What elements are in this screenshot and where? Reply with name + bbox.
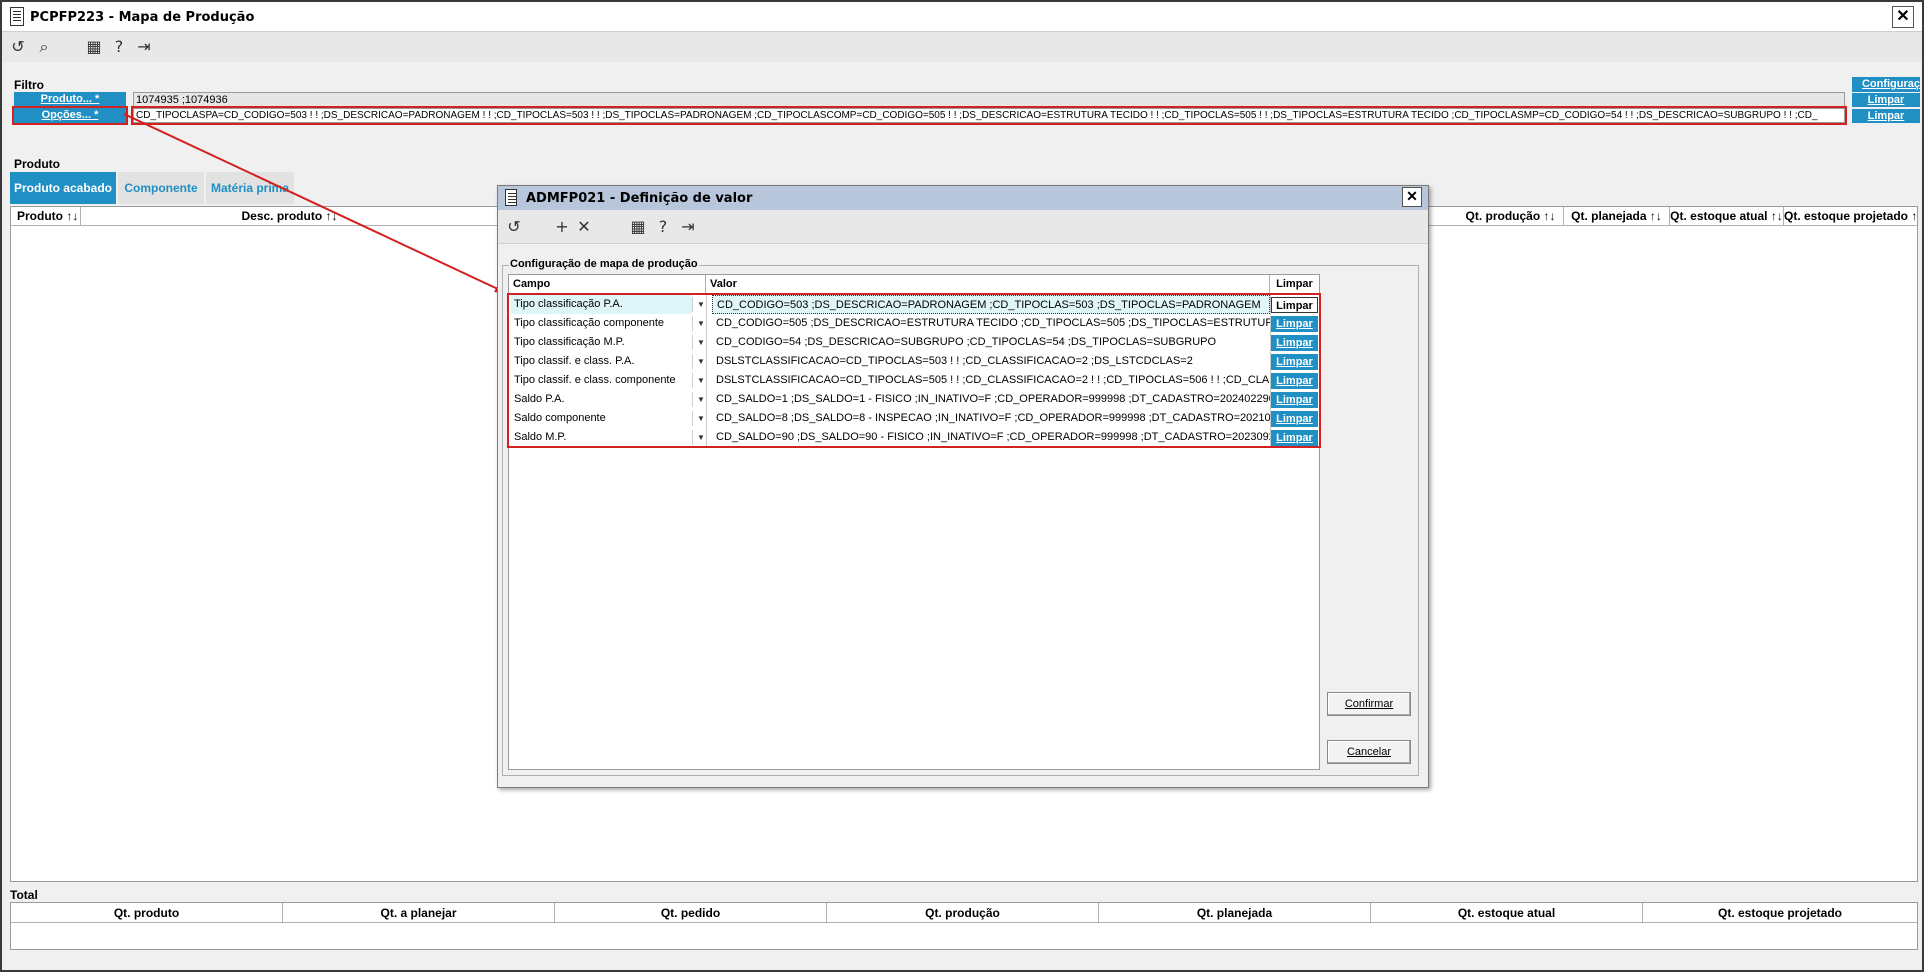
total-col-qt-planejada[interactable]: Qt. planejada — [1099, 903, 1371, 923]
total-title: Total — [10, 888, 38, 902]
total-col-qt-estoque-projetado[interactable]: Qt. estoque projetado — [1643, 903, 1917, 923]
title-bar: PCPFP223 - Mapa de Produção ✕ — [2, 2, 1922, 32]
produto-field[interactable]: 1074935 ;1074936 — [133, 92, 1845, 107]
filter-title: Filtro — [14, 78, 44, 92]
definicao-valor-dialog: ADMFP021 - Definição de valor ✕ ↺ + ✕ ▦ … — [497, 185, 1429, 788]
cancelar-button[interactable]: Cancelar — [1327, 740, 1411, 764]
calendar-icon[interactable]: ▦ — [84, 37, 104, 57]
total-col-qt-produto[interactable]: Qt. produto — [11, 903, 283, 923]
total-col-qt-estoque-atual[interactable]: Qt. estoque atual — [1371, 903, 1643, 923]
dialog-title-bar: ADMFP021 - Definição de valor ✕ — [498, 186, 1428, 210]
dialog-exit-icon[interactable]: ⇥ — [678, 217, 698, 237]
dialog-close-button[interactable]: ✕ — [1402, 187, 1422, 207]
limpar-opcoes-button[interactable]: Limpar — [1852, 109, 1920, 123]
total-col-qt-a-planejar[interactable]: Qt. a planejar — [283, 903, 555, 923]
produto-section-title: Produto — [14, 157, 60, 171]
config-group-title: Configuração de mapa de produção — [509, 258, 699, 270]
dialog-refresh-icon[interactable]: ↺ — [504, 217, 524, 237]
col-qt-estoque-projetado[interactable]: Qt. estoque projetado ↑↓ — [1784, 207, 1918, 225]
col-qt-planejada[interactable]: Qt. planejada ↑↓ — [1564, 207, 1670, 225]
limpar-produto-button[interactable]: Limpar — [1852, 93, 1920, 107]
toolbar: ↺ ⌕ ▦ ? ⇥ — [2, 32, 1922, 62]
window-title: PCPFP223 - Mapa de Produção — [30, 10, 255, 25]
exit-icon[interactable]: ⇥ — [134, 37, 154, 57]
total-grid: Qt. produto Qt. a planejar Qt. pedido Qt… — [10, 902, 1918, 950]
tab-componente[interactable]: Componente — [118, 172, 204, 204]
col-qt-producao[interactable]: Qt. produção ↑↓ — [1458, 207, 1564, 225]
opcoes-highlight — [12, 106, 128, 125]
col-qt-estoque-atual[interactable]: Qt. estoque atual ↑↓ — [1670, 207, 1784, 225]
confirmar-button[interactable]: Confirmar — [1327, 692, 1411, 716]
dialog-toolbar: ↺ + ✕ ▦ ? ⇥ — [498, 210, 1428, 244]
col-produto[interactable]: Produto ↑↓ — [11, 207, 81, 225]
tab-produto-acabado[interactable]: Produto acabado — [10, 172, 116, 204]
dialog-calendar-icon[interactable]: ▦ — [628, 217, 648, 237]
dialog-app-icon — [505, 189, 517, 206]
close-button[interactable]: ✕ — [1892, 6, 1914, 28]
refresh-icon[interactable]: ↺ — [8, 37, 28, 57]
opcoes-field-highlight — [131, 106, 1847, 125]
col-desc-produto[interactable]: Desc. produto ↑↓ — [81, 207, 499, 225]
dialog-add-icon[interactable]: + — [552, 217, 572, 237]
rows-highlight — [507, 293, 1321, 448]
dialog-delete-icon[interactable]: ✕ — [574, 217, 594, 237]
col-limpar: Limpar — [1276, 278, 1313, 290]
tab-materia-prima[interactable]: Matéria prima — [206, 172, 294, 204]
configuracao-button[interactable]: Configuraç — [1852, 77, 1920, 92]
dialog-help-icon[interactable]: ? — [653, 217, 673, 237]
col-valor: Valor — [706, 275, 1270, 294]
search-icon[interactable]: ⌕ — [34, 37, 54, 57]
total-col-qt-pedido[interactable]: Qt. pedido — [555, 903, 827, 923]
app-icon — [10, 7, 24, 26]
col-campo: Campo — [509, 275, 706, 294]
help-icon[interactable]: ? — [109, 37, 129, 57]
produto-button[interactable]: Produto... * — [14, 92, 126, 107]
dialog-title: ADMFP021 - Definição de valor — [526, 191, 753, 206]
total-col-qt-producao[interactable]: Qt. produção — [827, 903, 1099, 923]
